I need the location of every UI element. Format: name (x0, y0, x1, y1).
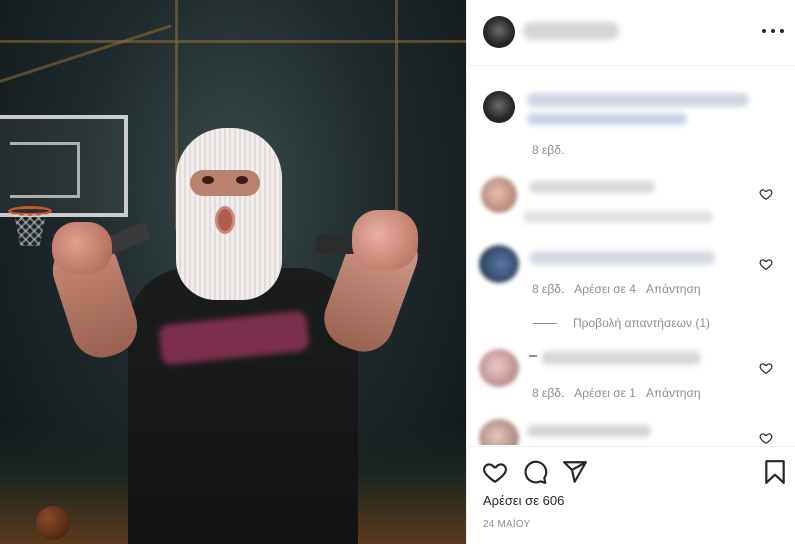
author-avatar[interactable] (483, 16, 515, 48)
caption-text-redacted (527, 113, 687, 125)
reply-link[interactable]: Απάντηση (646, 282, 701, 296)
heart-icon[interactable] (482, 459, 508, 485)
comment-dash (529, 355, 537, 357)
basketball-net (14, 214, 46, 246)
mask-mouth-hole (215, 206, 235, 234)
left-eye (202, 176, 214, 184)
caption-time: 8 εβδ. (532, 143, 565, 157)
view-replies-label: Προβολή απαντήσεων (1) (573, 316, 711, 330)
author-username-redacted[interactable] (523, 22, 619, 40)
caption-text-redacted (527, 93, 749, 107)
reply-link[interactable]: Απάντηση (646, 386, 701, 400)
replies-dash (533, 322, 557, 324)
basketball (36, 506, 70, 540)
post-header (467, 0, 795, 66)
post-image[interactable] (0, 0, 466, 544)
comment-like-icon[interactable] (759, 187, 773, 201)
comment-username-redacted[interactable] (529, 181, 655, 193)
comment-time: 8 εβδ. (532, 386, 565, 400)
left-fist (52, 222, 112, 274)
comment-text-redacted (527, 425, 651, 437)
dot (771, 29, 775, 33)
view-replies-button[interactable]: Προβολή απαντήσεων (1) (533, 316, 710, 330)
comment-text-redacted (541, 351, 701, 365)
rafter (395, 0, 398, 240)
dot (762, 29, 766, 33)
person-torso (128, 268, 358, 544)
backboard-square (10, 142, 80, 198)
comment-likes-link[interactable]: Αρέσει σε 1 (574, 386, 636, 400)
right-fist (352, 210, 418, 270)
right-eye (236, 176, 248, 184)
comment-likes-link[interactable]: Αρέσει σε 4 (574, 282, 636, 296)
comment-text-redacted (523, 211, 713, 223)
comment-avatar[interactable] (479, 245, 519, 283)
likes-count[interactable]: Αρέσει σε 606 (483, 493, 564, 508)
comment-like-icon[interactable] (759, 431, 773, 445)
mask-eye-hole (190, 170, 260, 196)
caption-avatar[interactable] (483, 91, 515, 123)
comment-avatar[interactable] (481, 177, 517, 213)
comment-like-icon[interactable] (759, 257, 773, 271)
comment-avatar[interactable] (479, 349, 519, 387)
comment-text-redacted (529, 251, 715, 265)
comments-list[interactable]: 8 εβδ. 8 εβδ. Αρέσει σε 4 Απάντηση Προβολή… (467, 67, 795, 445)
post-side-panel: 8 εβδ. 8 εβδ. Αρέσει σε 4 Απάντηση Προβολή… (466, 0, 795, 544)
post-date: 24 ΜΑΪΟΥ (483, 519, 531, 530)
more-options-icon[interactable] (762, 20, 784, 42)
comment-meta: 8 εβδ. Αρέσει σε 4 Απάντηση (532, 282, 701, 296)
comment-icon[interactable] (522, 459, 548, 485)
share-icon[interactable] (562, 459, 588, 485)
dot (780, 29, 784, 33)
comment-avatar[interactable] (479, 419, 519, 445)
bookmark-icon[interactable] (762, 459, 788, 485)
comment-meta: 8 εβδ. Αρέσει σε 1 Απάντηση (532, 386, 701, 400)
comment-like-icon[interactable] (759, 361, 773, 375)
rafter (0, 24, 172, 83)
comment-time: 8 εβδ. (532, 282, 565, 296)
post-actions: Αρέσει σε 606 24 ΜΑΪΟΥ (467, 446, 795, 544)
